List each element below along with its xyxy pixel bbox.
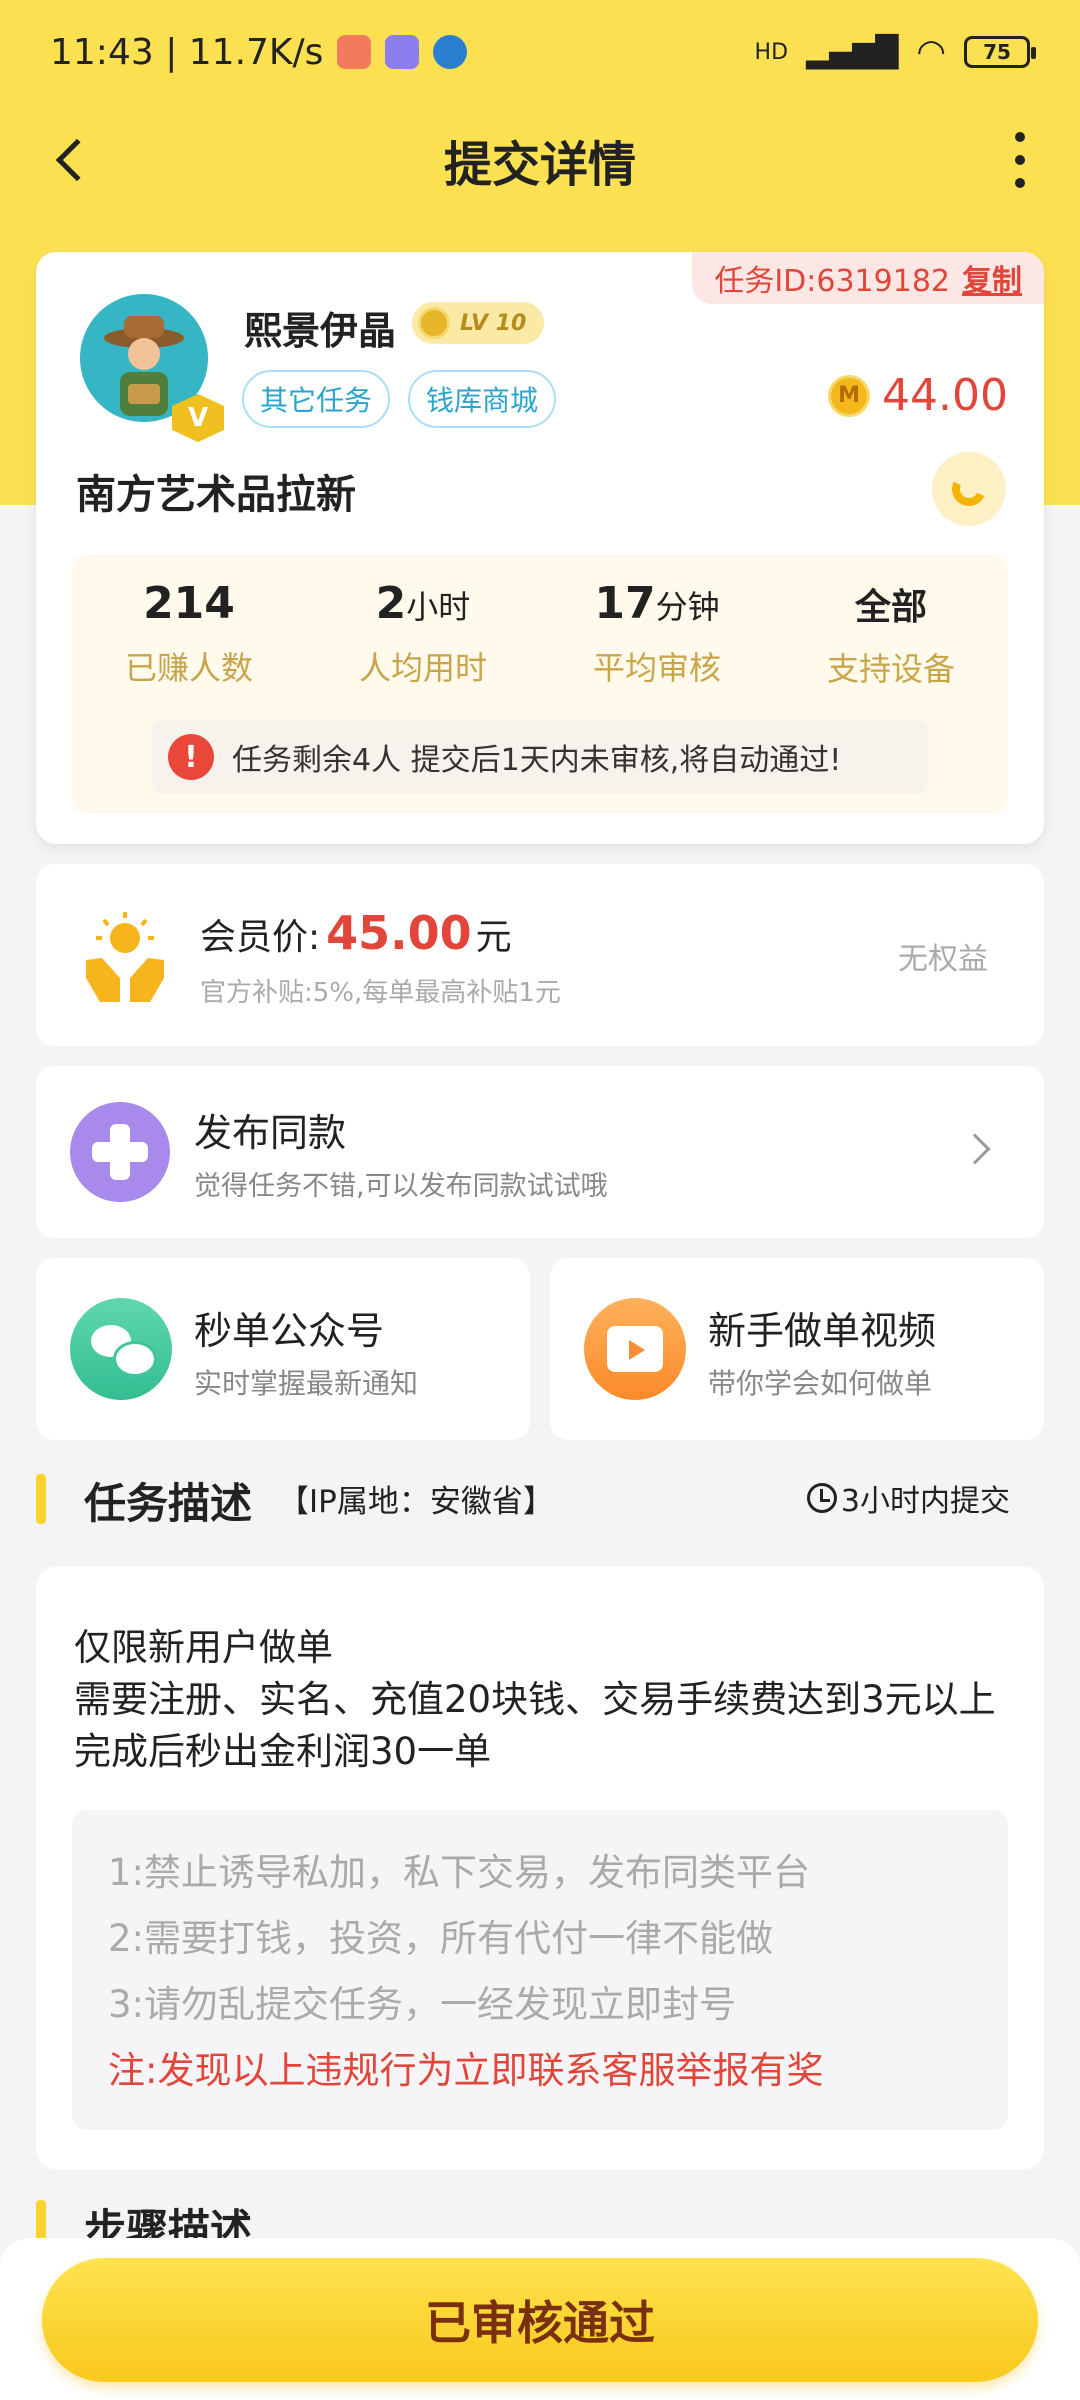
status-time: 11:43 | 11.7K/s (50, 31, 324, 73)
card-subtitle: 带你学会如何做单 (708, 1367, 933, 1400)
publisher-name: 熙景伊晶 (244, 309, 397, 353)
notice-text: 任务剩余4人 提交后1天内未审核,将自动通过! (232, 743, 842, 778)
stat-review-time: 17分钟 平均审核 (540, 578, 774, 689)
submit-deadline: 3小时内提交 (806, 1476, 1010, 1520)
publish-subtitle: 觉得任务不错,可以发布同款试试哦 (194, 1171, 608, 1202)
eye-app-icon (433, 35, 468, 69)
stat-label: 人均用时 (358, 649, 487, 687)
task-name: 南方艺术品拉新 (76, 472, 356, 518)
rule-item: 3:请勿乱提交任务，一经发现立即封号 (108, 1983, 737, 2026)
signal-icon: ▂▄▆█ (806, 34, 899, 70)
description-heading: 任务描述 (84, 1479, 253, 1528)
description-text: 仅限新用户做单 需要注册、实名、充值20块钱、交易手续费达到3元以上完成后秒出金… (74, 1622, 1014, 1778)
stat-devices: 全部 支持设备 (774, 578, 1008, 690)
stat-label: 支持设备 (826, 650, 955, 688)
status-bar: 11:43 | 11.7K/s HD ▂▄▆█ ◠ 75 (50, 28, 1036, 76)
stat-label: 已赚人数 (124, 649, 253, 687)
task-stats: 214 已赚人数 2小时 人均用时 17分钟 平均审核 全部 支持设备 ! 任务… (72, 554, 1008, 814)
description-line: 需要注册、实名、充值20块钱、交易手续费达到3元以上完成后秒出金利润30一单 (74, 1678, 996, 1773)
member-price-unit: 元 (475, 917, 512, 958)
medal-icon (418, 307, 450, 339)
stat-earned: 214 已赚人数 (72, 578, 306, 689)
publish-title: 发布同款 (194, 1111, 347, 1155)
member-label: 会员价: (200, 917, 321, 958)
stat-unit: 分钟 (655, 588, 720, 626)
deadline-text: 3小时内提交 (840, 1484, 1010, 1519)
wechat-account-card[interactable]: 秒单公众号 实时掌握最新通知 (36, 1258, 530, 1440)
back-button[interactable] (40, 130, 100, 190)
warning-icon: ! (168, 734, 214, 780)
plus-icon (70, 1102, 170, 1202)
dot-icon (1015, 132, 1025, 142)
stat-label: 平均审核 (592, 649, 721, 687)
tutorial-video-card[interactable]: 新手做单视频 带你学会如何做单 (550, 1258, 1044, 1440)
dot-icon (1015, 178, 1025, 188)
clock-icon (806, 1483, 837, 1513)
bottom-bar: 已审核通过 (0, 2238, 1080, 2400)
task-id: 任务ID:6319182 (714, 264, 950, 299)
coin-icon: M (828, 374, 871, 417)
stat-value: 全部 (854, 587, 927, 628)
section-accent (36, 1474, 46, 1524)
chevron-left-icon (55, 138, 99, 182)
member-price-card[interactable]: 会员价: 45.00 元 官方补贴:5%,每单最高补贴1元 无权益 (36, 864, 1044, 1046)
level-label: LV 10 (460, 310, 527, 336)
battery-icon: 75 (964, 36, 1036, 68)
stat-value: 2 (375, 578, 407, 629)
task-notice: ! 任务剩余4人 提交后1天内未审核,将自动通过! (152, 720, 928, 794)
level-badge: LV 10 (412, 302, 544, 344)
stat-avg-time: 2小时 人均用时 (306, 578, 540, 689)
task-id-badge: 任务ID:6319182 复制 (692, 252, 1044, 304)
rules-box: 1:禁止诱导私加，私下交易，发布同类平台 2:需要打钱，投资，所有代付一律不能做… (72, 1810, 1008, 2130)
wechat-icon (70, 1298, 172, 1400)
network-label: HD (754, 39, 789, 65)
stat-unit: 小时 (406, 588, 471, 626)
notification-app-icon (337, 35, 372, 69)
more-options-button[interactable] (1000, 132, 1040, 188)
wifi-icon: ◠ (916, 32, 946, 72)
member-price-value: 45.00 (326, 906, 472, 960)
ip-location: 【IP属地：安徽省】 (278, 1484, 554, 1520)
tag-other-tasks[interactable]: 其它任务 (242, 370, 391, 428)
card-title: 新手做单视频 (708, 1309, 937, 1353)
member-subsidy: 官方补贴:5%,每单最高补贴1元 (200, 978, 561, 1008)
card-title: 秒单公众号 (194, 1309, 385, 1353)
publish-same-card[interactable]: 发布同款 觉得任务不错,可以发布同款试试哦 (36, 1066, 1044, 1238)
stat-value: 214 (143, 578, 235, 629)
chevron-right-icon (959, 1133, 991, 1165)
description-card: 仅限新用户做单 需要注册、实名、充值20块钱、交易手续费达到3元以上完成后秒出金… (36, 1566, 1044, 2170)
coin-hands-icon (86, 912, 164, 1002)
rule-item: 1:禁止诱导私加，私下交易，发布同类平台 (108, 1851, 811, 1894)
task-tags: 其它任务 钱库商城 (242, 370, 557, 428)
phone-button[interactable] (932, 452, 1006, 526)
member-price: 会员价: 45.00 元 (200, 906, 512, 960)
card-subtitle: 实时掌握最新通知 (194, 1367, 419, 1400)
approved-button[interactable]: 已审核通过 (42, 2258, 1038, 2382)
phone-icon (947, 467, 991, 511)
tag-mall[interactable]: 钱库商城 (408, 370, 557, 428)
video-icon (584, 1298, 686, 1400)
rule-item: 2:需要打钱，投资，所有代付一律不能做 (108, 1917, 774, 1960)
video-app-icon (385, 35, 420, 69)
rule-warning: 注:发现以上违规行为立即联系客服举报有奖 (108, 2049, 824, 2092)
description-line: 仅限新用户做单 (74, 1626, 333, 1669)
reward-amount: 44.00 (882, 370, 1008, 421)
reward-price: M 44.00 (828, 370, 1008, 421)
copy-button[interactable]: 复制 (962, 256, 1022, 300)
stat-value: 17 (594, 578, 656, 629)
page-title: 提交详情 (443, 137, 636, 193)
dot-icon (1015, 155, 1025, 165)
member-benefit-status: 无权益 (898, 942, 988, 977)
top-nav: 提交详情 (0, 120, 1080, 200)
task-card: 任务ID:6319182 复制 V 熙景伊晶 LV 10 其它任务 钱库商城 M… (36, 252, 1044, 844)
